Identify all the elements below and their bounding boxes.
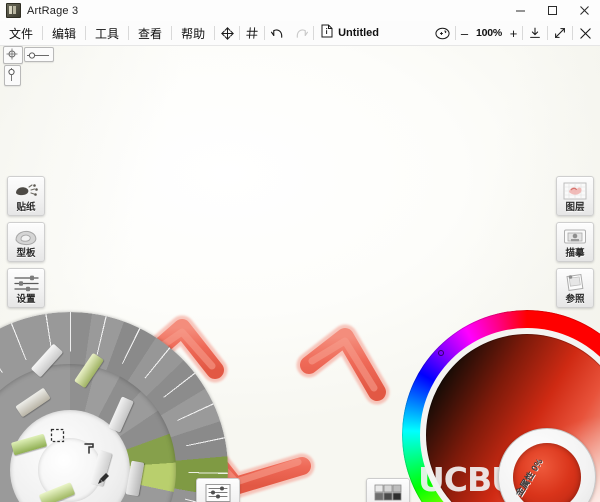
undo-icon[interactable] [265, 21, 289, 45]
stencil-icon [13, 226, 40, 248]
zoom-controls: – 100% + [456, 21, 522, 45]
vertical-slider-widget[interactable] [4, 65, 21, 86]
zoom-in-button[interactable]: + [505, 21, 522, 45]
window-controls [504, 0, 600, 21]
fit-zoom-icon[interactable] [431, 21, 455, 45]
presets-list-icon [204, 482, 232, 502]
menu-file[interactable]: 文件 [0, 21, 42, 45]
color-samples-grid-icon [373, 482, 403, 502]
reference-icon [562, 272, 588, 294]
tracing-icon [562, 226, 588, 248]
artrage-application-window: ArtRage 3 文件 编辑 工具 查看 帮助 Untitled – 100%… [0, 0, 600, 502]
presets-button[interactable]: 预设 [196, 478, 240, 502]
layers-icon [562, 180, 588, 202]
panel-label: 贴纸 [16, 202, 36, 213]
document-name: Untitled [338, 27, 380, 39]
menu-view[interactable]: 查看 [129, 21, 171, 45]
sticker-icon [13, 180, 39, 202]
menu-edit[interactable]: 编辑 [43, 21, 85, 45]
artrage-app-icon [6, 3, 21, 18]
zoom-level-label: 100% [475, 27, 502, 39]
move-icon[interactable] [215, 21, 239, 45]
panel-button-reference[interactable]: 参照 [556, 268, 594, 308]
menu-help[interactable]: 帮助 [172, 21, 214, 45]
panel-label: 描摹 [565, 248, 585, 259]
horizontal-slider-widget[interactable] [24, 47, 54, 62]
transform-icon[interactable] [76, 434, 102, 460]
panel-button-stencils[interactable]: 型板 [7, 222, 45, 262]
fullscreen-icon[interactable] [548, 21, 572, 45]
document-icon [321, 24, 333, 43]
sample-button[interactable]: 取样 [366, 478, 410, 502]
menu-tools[interactable]: 工具 [86, 21, 128, 45]
saturation-value-handle[interactable] [438, 350, 444, 356]
panel-button-tracing[interactable]: 描摹 [556, 222, 594, 262]
close-tool-icon[interactable] [573, 21, 597, 45]
selection-marquee-icon[interactable] [44, 422, 70, 448]
panel-label: 型板 [16, 248, 36, 259]
panel-label: 图层 [565, 202, 585, 213]
eyedropper-icon[interactable] [90, 465, 116, 491]
panel-label: 设置 [16, 294, 36, 305]
menu-toolbar: 文件 编辑 工具 查看 帮助 Untitled – 100% + [0, 21, 600, 46]
panel-button-settings[interactable]: 设置 [7, 268, 45, 308]
title-bar: ArtRage 3 [0, 0, 600, 22]
zoom-out-button[interactable]: – [456, 21, 473, 45]
panel-button-layers[interactable]: 图层 [556, 176, 594, 216]
window-title: ArtRage 3 [27, 4, 79, 17]
grid-icon[interactable] [240, 21, 264, 45]
redo-icon [289, 21, 313, 45]
maximize-button[interactable] [536, 0, 568, 21]
settings-sliders-icon [13, 272, 40, 294]
panel-label: 参照 [565, 294, 585, 305]
mini-widget-strip [3, 46, 55, 86]
document-chip[interactable]: Untitled [314, 21, 387, 45]
panel-button-stickers[interactable]: 贴纸 [7, 176, 45, 216]
download-icon[interactable] [523, 21, 547, 45]
minimize-button[interactable] [504, 0, 536, 21]
close-button[interactable] [568, 0, 600, 21]
pin-widget[interactable] [3, 46, 23, 64]
